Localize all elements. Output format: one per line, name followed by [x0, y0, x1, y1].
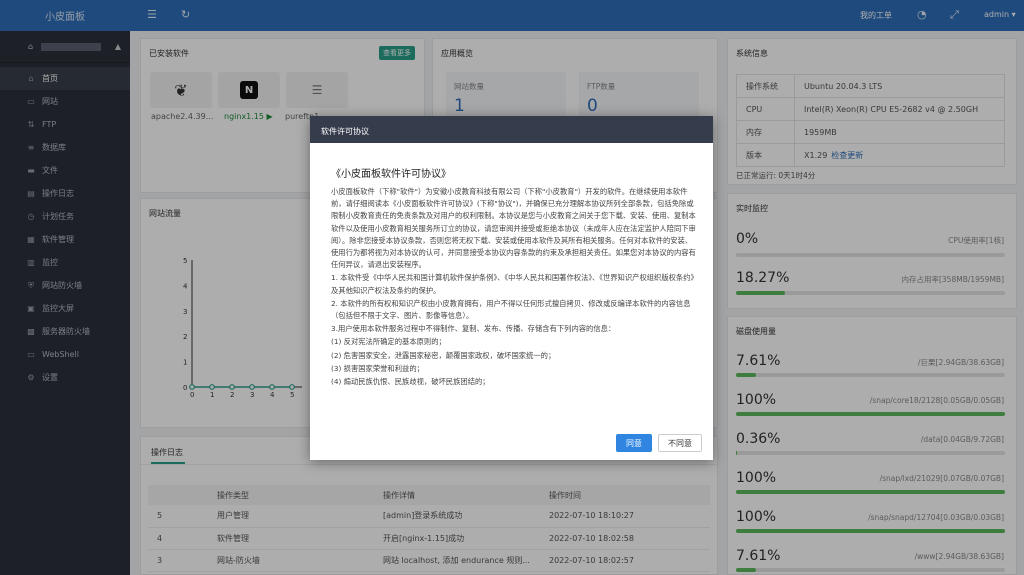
- agreement-paragraph: (2) 危害国家安全，泄露国家秘密，颠覆国家政权，破坏国家统一的；: [331, 350, 556, 360]
- agreement-title: 《小皮面板软件许可协议》: [331, 169, 451, 180]
- agreement-paragraph: 2. 本软件的所有权和知识产权由小皮教育拥有，用户不得以任何形式擅自拷贝、修改或…: [331, 298, 691, 321]
- agreement-paragraph: 1. 本软件受《中华人民共和国计算机软件保护条例》、《中华人民共和国著作权法》、…: [331, 273, 695, 295]
- agree-button[interactable]: 同意: [616, 434, 652, 452]
- agreement-paragraph: (1) 反对宪法所确定的基本原则的；: [331, 337, 446, 347]
- agreement-text: 小皮面板软件（下称"软件"）为安徽小皮教育科技有限公司（下称"小皮教育"）开发的…: [331, 186, 697, 388]
- license-modal: 软件许可协议 《小皮面板软件许可协议》 小皮面板软件（下称"软件"）为安徽小皮教…: [310, 116, 713, 460]
- agreement-paragraph: 3.用户使用本软件服务过程中不得制作、复制、发布、传播、存储含有下列内容的信息：: [331, 324, 616, 334]
- agreement-paragraph: (4) 煽动民族仇恨、民族歧视，破坏民族团结的；: [331, 377, 490, 387]
- modal-header: 软件许可协议: [310, 116, 713, 143]
- agreement-paragraph: (3) 损害国家荣誉和利益的；: [331, 363, 424, 373]
- agreement-paragraph: 小皮面板软件（下称"软件"）为安徽小皮教育科技有限公司（下称"小皮教育"）开发的…: [331, 187, 696, 270]
- modal-body[interactable]: 《小皮面板软件许可协议》 小皮面板软件（下称"软件"）为安徽小皮教育科技有限公司…: [331, 165, 697, 427]
- disagree-button[interactable]: 不同意: [658, 434, 702, 452]
